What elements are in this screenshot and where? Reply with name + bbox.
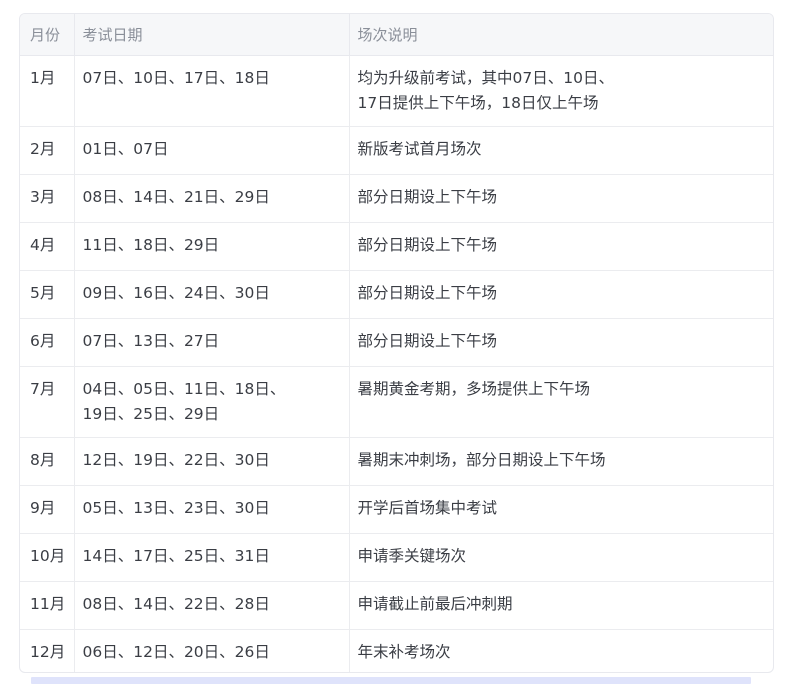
table-row: 11月 08日、14日、22日、28日 申请截止前最后冲刺期 [20, 581, 773, 630]
dates-line: 06日、12日、20日、26日 [82, 643, 270, 661]
dates-line: 19日、25日、29日 [82, 405, 220, 423]
dates-line: 14日、17日、25日、31日 [82, 547, 270, 565]
month-cell: 3月 [20, 174, 75, 223]
table-header-row: 月份 考试日期 场次说明 [20, 14, 773, 56]
exam-schedule-table-container: 月份 考试日期 场次说明 1月 07日、10日、17日、18日 均为升级前考试，… [19, 13, 774, 673]
dates-cell: 08日、14日、22日、28日 [74, 581, 350, 630]
table-row: 12月 06日、12日、20日、26日 年末补考场次 [20, 629, 773, 673]
dates-line: 08日、14日、22日、28日 [82, 595, 270, 613]
dates-line: 07日、13日、27日 [82, 332, 220, 350]
table-row: 3月 08日、14日、21日、29日 部分日期设上下午场 [20, 174, 773, 223]
note-line: 暑期黄金考期，多场提供上下午场 [357, 380, 591, 398]
note-line: 申请截止前最后冲刺期 [357, 595, 513, 613]
dates-cell: 12日、19日、22日、30日 [74, 437, 350, 486]
table-row: 2月 01日、07日 新版考试首月场次 [20, 126, 773, 175]
month-cell: 5月 [20, 270, 75, 319]
month-cell: 10月 [20, 533, 75, 582]
note-cell: 暑期末冲刺场，部分日期设上下午场 [349, 437, 773, 486]
table-row: 4月 11日、18日、29日 部分日期设上下午场 [20, 222, 773, 271]
note-line: 年末补考场次 [357, 643, 451, 661]
dates-line: 12日、19日、22日、30日 [82, 451, 270, 469]
month-cell: 4月 [20, 222, 75, 271]
table-row: 9月 05日、13日、23日、30日 开学后首场集中考试 [20, 485, 773, 534]
note-cell: 部分日期设上下午场 [349, 174, 773, 223]
note-cell: 新版考试首月场次 [349, 126, 773, 175]
note-cell: 暑期黄金考期，多场提供上下午场 [349, 366, 773, 438]
dates-cell: 05日、13日、23日、30日 [74, 485, 350, 534]
note-line: 均为升级前考试，其中07日、10日、 [357, 69, 614, 87]
dates-line: 11日、18日、29日 [82, 236, 220, 254]
note-line: 部分日期设上下午场 [357, 236, 498, 254]
table-row: 1月 07日、10日、17日、18日 均为升级前考试，其中07日、10日、 17日… [20, 55, 773, 127]
note-line: 申请季关键场次 [357, 547, 467, 565]
note-line: 部分日期设上下午场 [357, 284, 498, 302]
note-line: 新版考试首月场次 [357, 140, 482, 158]
table-row: 10月 14日、17日、25日、31日 申请季关键场次 [20, 533, 773, 582]
table-row: 5月 09日、16日、24日、30日 部分日期设上下午场 [20, 270, 773, 319]
dates-cell: 14日、17日、25日、31日 [74, 533, 350, 582]
header-session-notes: 场次说明 [349, 14, 773, 56]
dates-line: 01日、07日 [82, 140, 169, 158]
month-cell: 7月 [20, 366, 75, 438]
dates-cell: 08日、14日、21日、29日 [74, 174, 350, 223]
note-cell: 部分日期设上下午场 [349, 270, 773, 319]
dates-line: 04日、05日、11日、18日、 [82, 380, 286, 398]
dates-line: 08日、14日、21日、29日 [82, 188, 270, 206]
table-row: 7月 04日、05日、11日、18日、 19日、25日、29日 暑期黄金考期，多场… [20, 366, 773, 438]
dates-cell: 06日、12日、20日、26日 [74, 629, 350, 672]
note-cell: 部分日期设上下午场 [349, 222, 773, 271]
header-exam-dates: 考试日期 [74, 14, 350, 56]
note-cell: 申请截止前最后冲刺期 [349, 581, 773, 630]
month-cell: 2月 [20, 126, 75, 175]
month-cell: 6月 [20, 318, 75, 367]
note-cell: 部分日期设上下午场 [349, 318, 773, 367]
dates-cell: 11日、18日、29日 [74, 222, 350, 271]
note-cell: 开学后首场集中考试 [349, 485, 773, 534]
note-line: 17日提供上下午场，18日仅上午场 [357, 94, 599, 112]
horizontal-scrollbar[interactable] [31, 677, 751, 684]
dates-line: 09日、16日、24日、30日 [82, 284, 270, 302]
note-line: 部分日期设上下午场 [357, 188, 498, 206]
dates-cell: 04日、05日、11日、18日、 19日、25日、29日 [74, 366, 350, 438]
month-cell: 1月 [20, 55, 75, 127]
dates-line: 05日、13日、23日、30日 [82, 499, 270, 517]
month-cell: 8月 [20, 437, 75, 486]
dates-line: 07日、10日、17日、18日 [82, 69, 270, 87]
note-line: 部分日期设上下午场 [357, 332, 498, 350]
dates-cell: 07日、13日、27日 [74, 318, 350, 367]
exam-schedule-table: 月份 考试日期 场次说明 1月 07日、10日、17日、18日 均为升级前考试，… [20, 14, 773, 673]
dates-cell: 01日、07日 [74, 126, 350, 175]
month-cell: 9月 [20, 485, 75, 534]
header-month: 月份 [20, 14, 75, 56]
note-cell: 年末补考场次 [349, 630, 773, 673]
month-cell: 12月 [20, 629, 75, 672]
dates-cell: 07日、10日、17日、18日 [74, 55, 350, 127]
note-line: 开学后首场集中考试 [357, 499, 498, 517]
note-cell: 申请季关键场次 [349, 533, 773, 582]
dates-cell: 09日、16日、24日、30日 [74, 270, 350, 319]
table-row: 6月 07日、13日、27日 部分日期设上下午场 [20, 318, 773, 367]
note-cell: 均为升级前考试，其中07日、10日、 17日提供上下午场，18日仅上午场 [349, 55, 773, 127]
table-row: 8月 12日、19日、22日、30日 暑期末冲刺场，部分日期设上下午场 [20, 437, 773, 486]
month-cell: 11月 [20, 581, 75, 630]
note-line: 暑期末冲刺场，部分日期设上下午场 [357, 451, 606, 469]
